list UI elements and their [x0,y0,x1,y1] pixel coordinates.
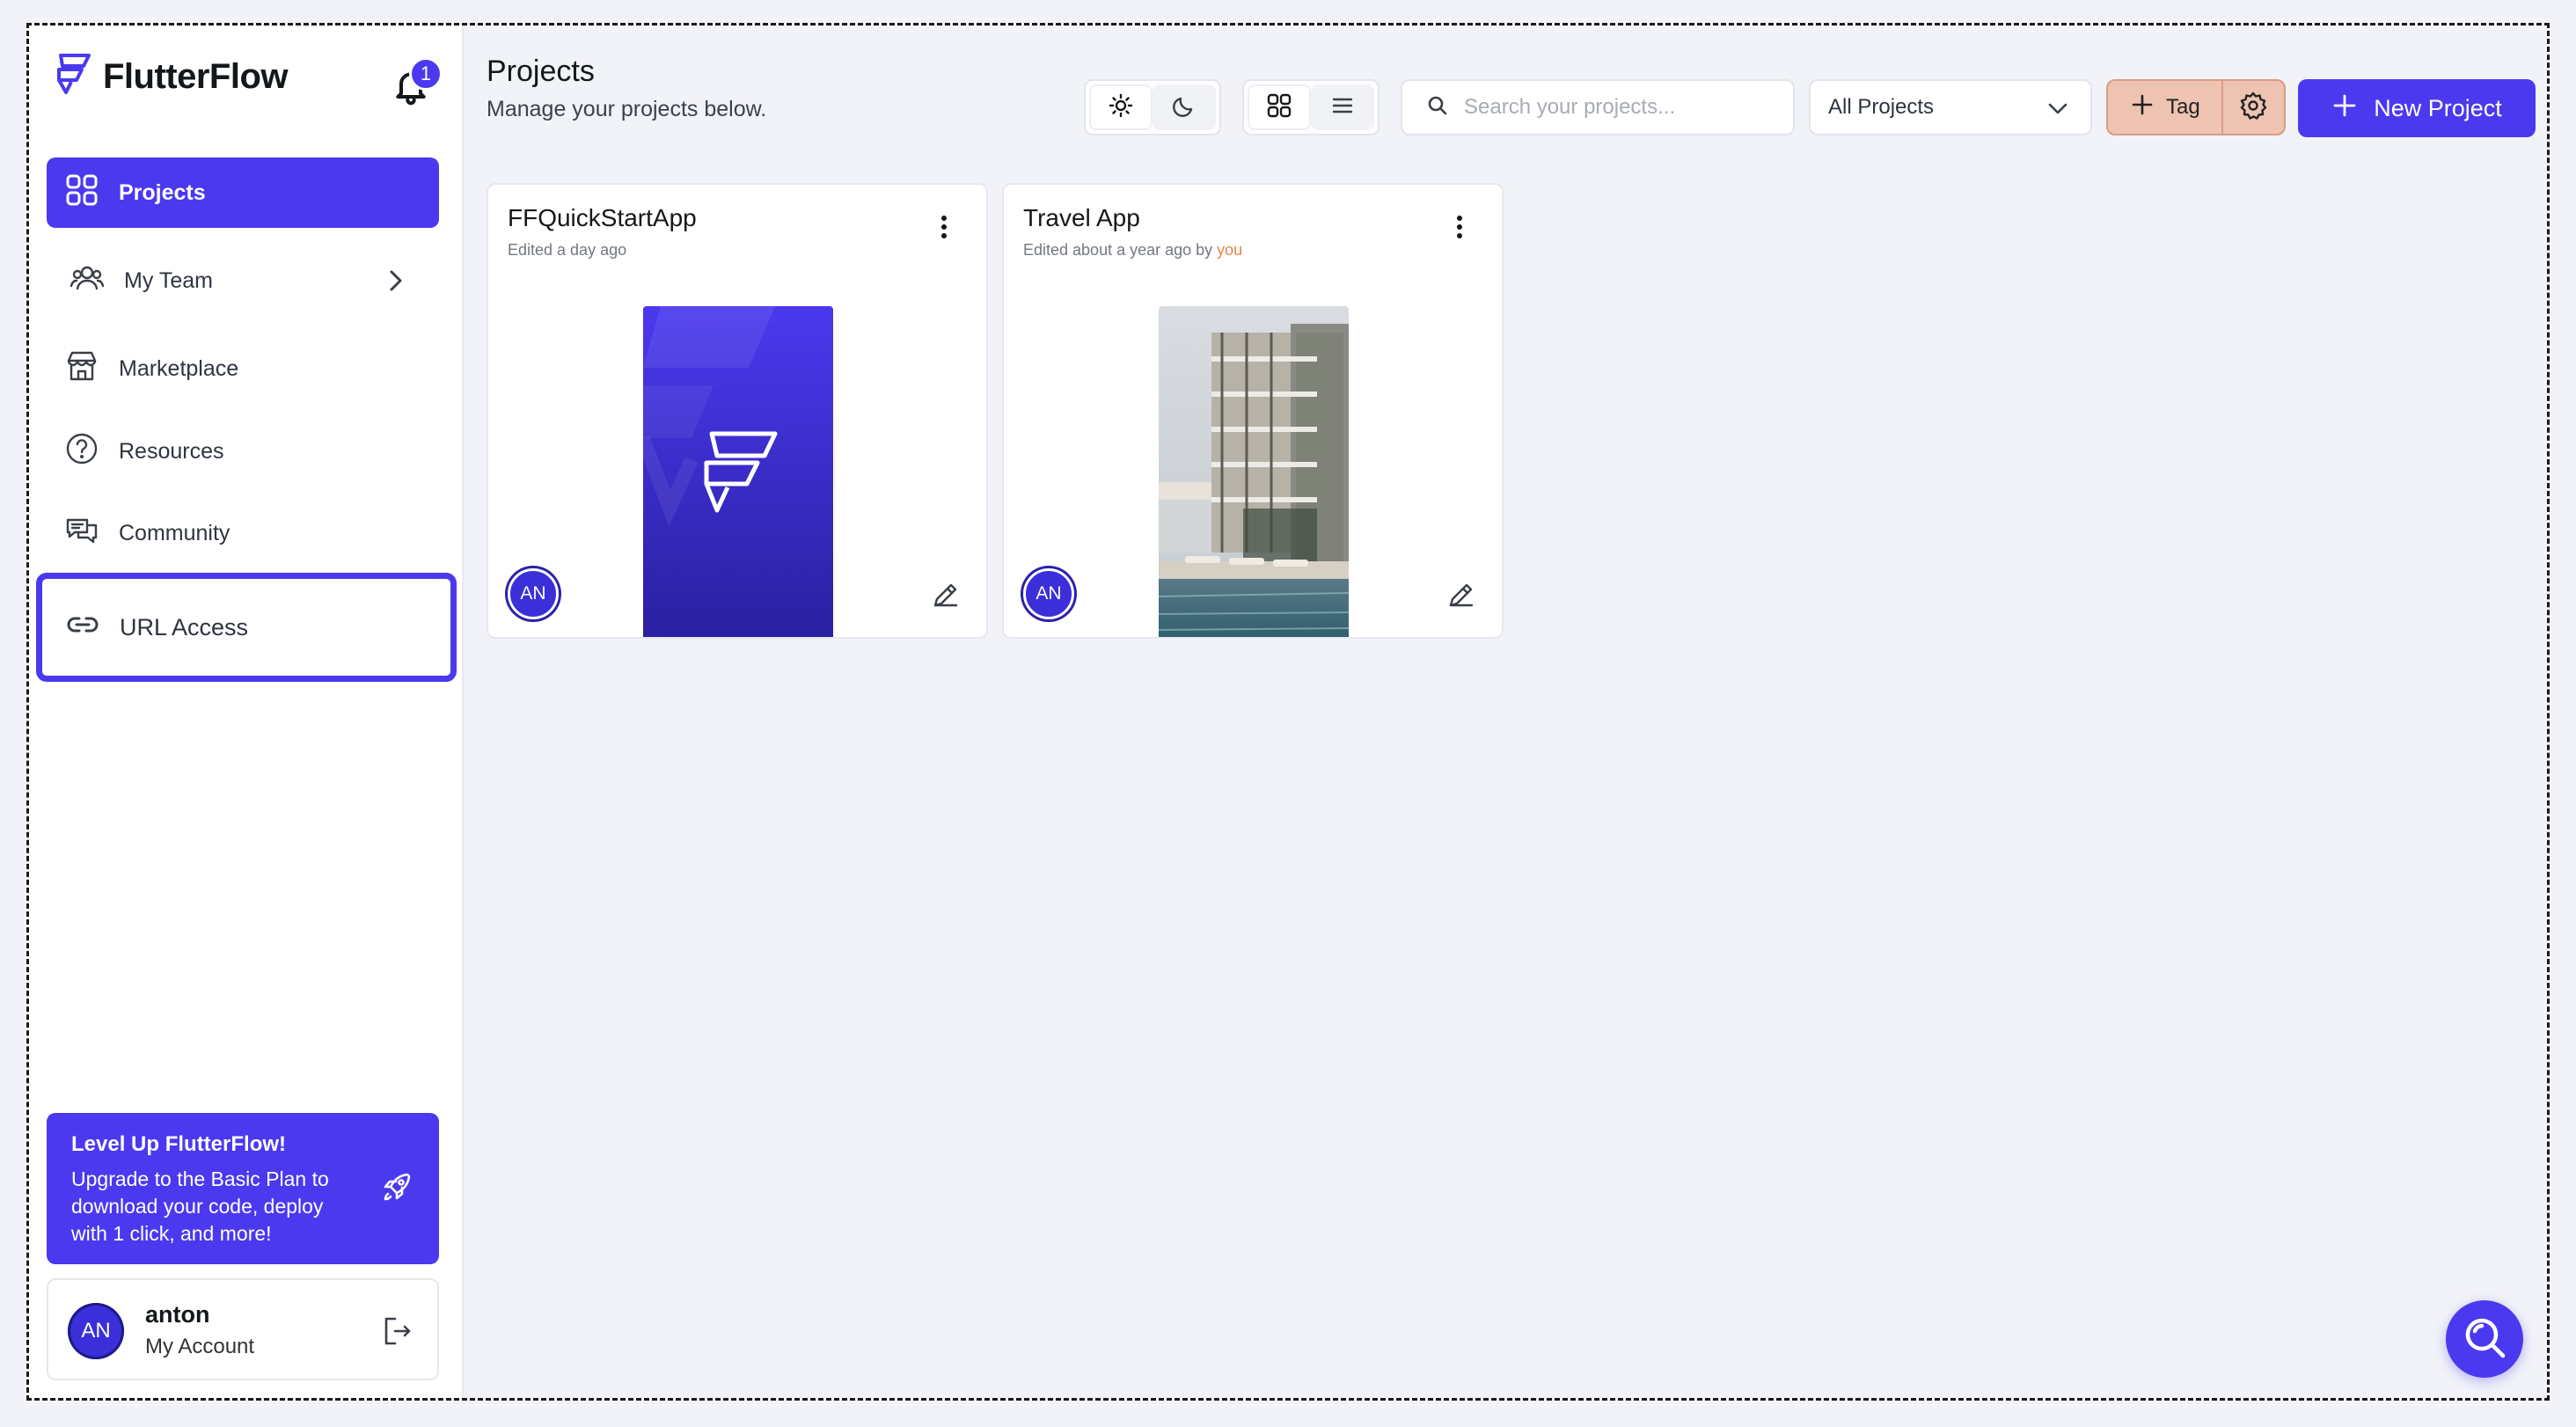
moon-icon [1170,91,1198,124]
sidebar-item-resources[interactable]: Resources [47,416,439,487]
dark-theme-button[interactable] [1153,84,1216,130]
theme-toggle [1084,79,1221,135]
upgrade-promo-card[interactable]: Level Up FlutterFlow! Upgrade to the Bas… [47,1113,439,1264]
project-thumbnail [1159,306,1349,637]
search-icon [1425,93,1450,122]
new-project-label: New Project [2374,94,2502,121]
account-card[interactable]: AN anton My Account [47,1278,439,1380]
search-input[interactable] [1464,95,1781,120]
sidebar-item-marketplace[interactable]: Marketplace [47,333,439,404]
avatar: AN [508,568,559,619]
tag-button-group: Tag [2106,79,2286,135]
list-view-button[interactable] [1311,84,1374,130]
account-name: anton [145,1301,210,1328]
search-icon [2459,1312,2510,1367]
notifications-button[interactable]: 1 [388,57,443,110]
help-circle-icon [64,431,99,472]
tag-label: Tag [2166,95,2200,119]
view-toggle [1242,79,1379,135]
help-search-button[interactable] [2446,1300,2523,1378]
sidebar-item-my-team[interactable]: My Team [47,245,439,316]
more-vertical-icon[interactable] [928,209,960,245]
plus-icon [2129,91,2155,124]
sidebar-item-label: Marketplace [119,355,239,381]
grid-icon [1265,91,1293,124]
edited-text: Edited about a year ago by [1023,241,1213,259]
sidebar-item-label: My Team [124,267,213,293]
avatar: AN [68,1303,124,1359]
edited-text: Edited a day ago [508,241,627,259]
sidebar-item-label: Community [119,520,231,545]
tag-settings-button[interactable] [2223,81,2284,134]
brand[interactable]: FlutterFlow [50,52,289,102]
project-filter-select[interactable]: All Projects [1809,79,2092,135]
promo-title: Level Up FlutterFlow! [71,1132,287,1156]
chevron-right-icon [377,263,413,298]
sidebar-item-label: Projects [119,179,206,205]
flutterflow-logo-icon [50,52,94,102]
avatar: AN [1023,568,1074,619]
sidebar-item-projects[interactable]: Projects [47,157,439,228]
sidebar-item-label: Resources [119,438,224,464]
search-bar [1401,79,1795,135]
project-edited: Edited about a year ago by you [1023,241,1242,260]
sidebar-item-label: URL Access [120,613,249,640]
project-card[interactable]: FFQuickStartApp Edited a day ago AN [487,183,988,639]
sun-icon [1107,91,1135,124]
edited-by-link[interactable]: you [1217,241,1242,259]
page-subtitle: Manage your projects below. [487,97,767,121]
grid-view-button[interactable] [1248,84,1311,130]
edit-icon[interactable] [930,579,962,611]
edit-icon[interactable] [1445,579,1477,611]
filter-selected-value: All Projects [1828,95,1935,119]
page-title: Projects [487,55,595,88]
grid-icon [64,172,99,214]
brand-name: FlutterFlow [103,57,289,96]
plus-icon [2331,92,2358,125]
link-icon [65,607,100,648]
light-theme-button[interactable] [1089,84,1153,130]
new-project-button[interactable]: New Project [2298,79,2536,137]
list-icon [1328,91,1357,124]
promo-body: Upgrade to the Basic Plan to download yo… [71,1167,329,1245]
sidebar-item-community[interactable]: Community [47,498,439,568]
project-thumbnail [643,306,833,637]
sidebar: FlutterFlow 1 Projects My Team Marketpla… [29,26,464,1398]
project-edited: Edited a day ago [508,241,626,260]
account-subtitle: My Account [145,1335,255,1358]
logout-icon[interactable] [379,1314,414,1349]
store-icon [64,348,99,390]
chat-icon [64,513,99,554]
add-tag-button[interactable]: Tag [2108,81,2223,134]
project-title: FFQuickStartApp [508,204,697,231]
sidebar-item-url-access[interactable]: URL Access [36,573,457,682]
team-icon [70,260,105,302]
project-card[interactable]: Travel App Edited about a year ago by yo… [1002,183,1504,639]
more-vertical-icon[interactable] [1444,209,1475,245]
project-title: Travel App [1023,204,1140,231]
gear-icon [2238,91,2268,125]
notification-count-badge: 1 [409,57,443,91]
